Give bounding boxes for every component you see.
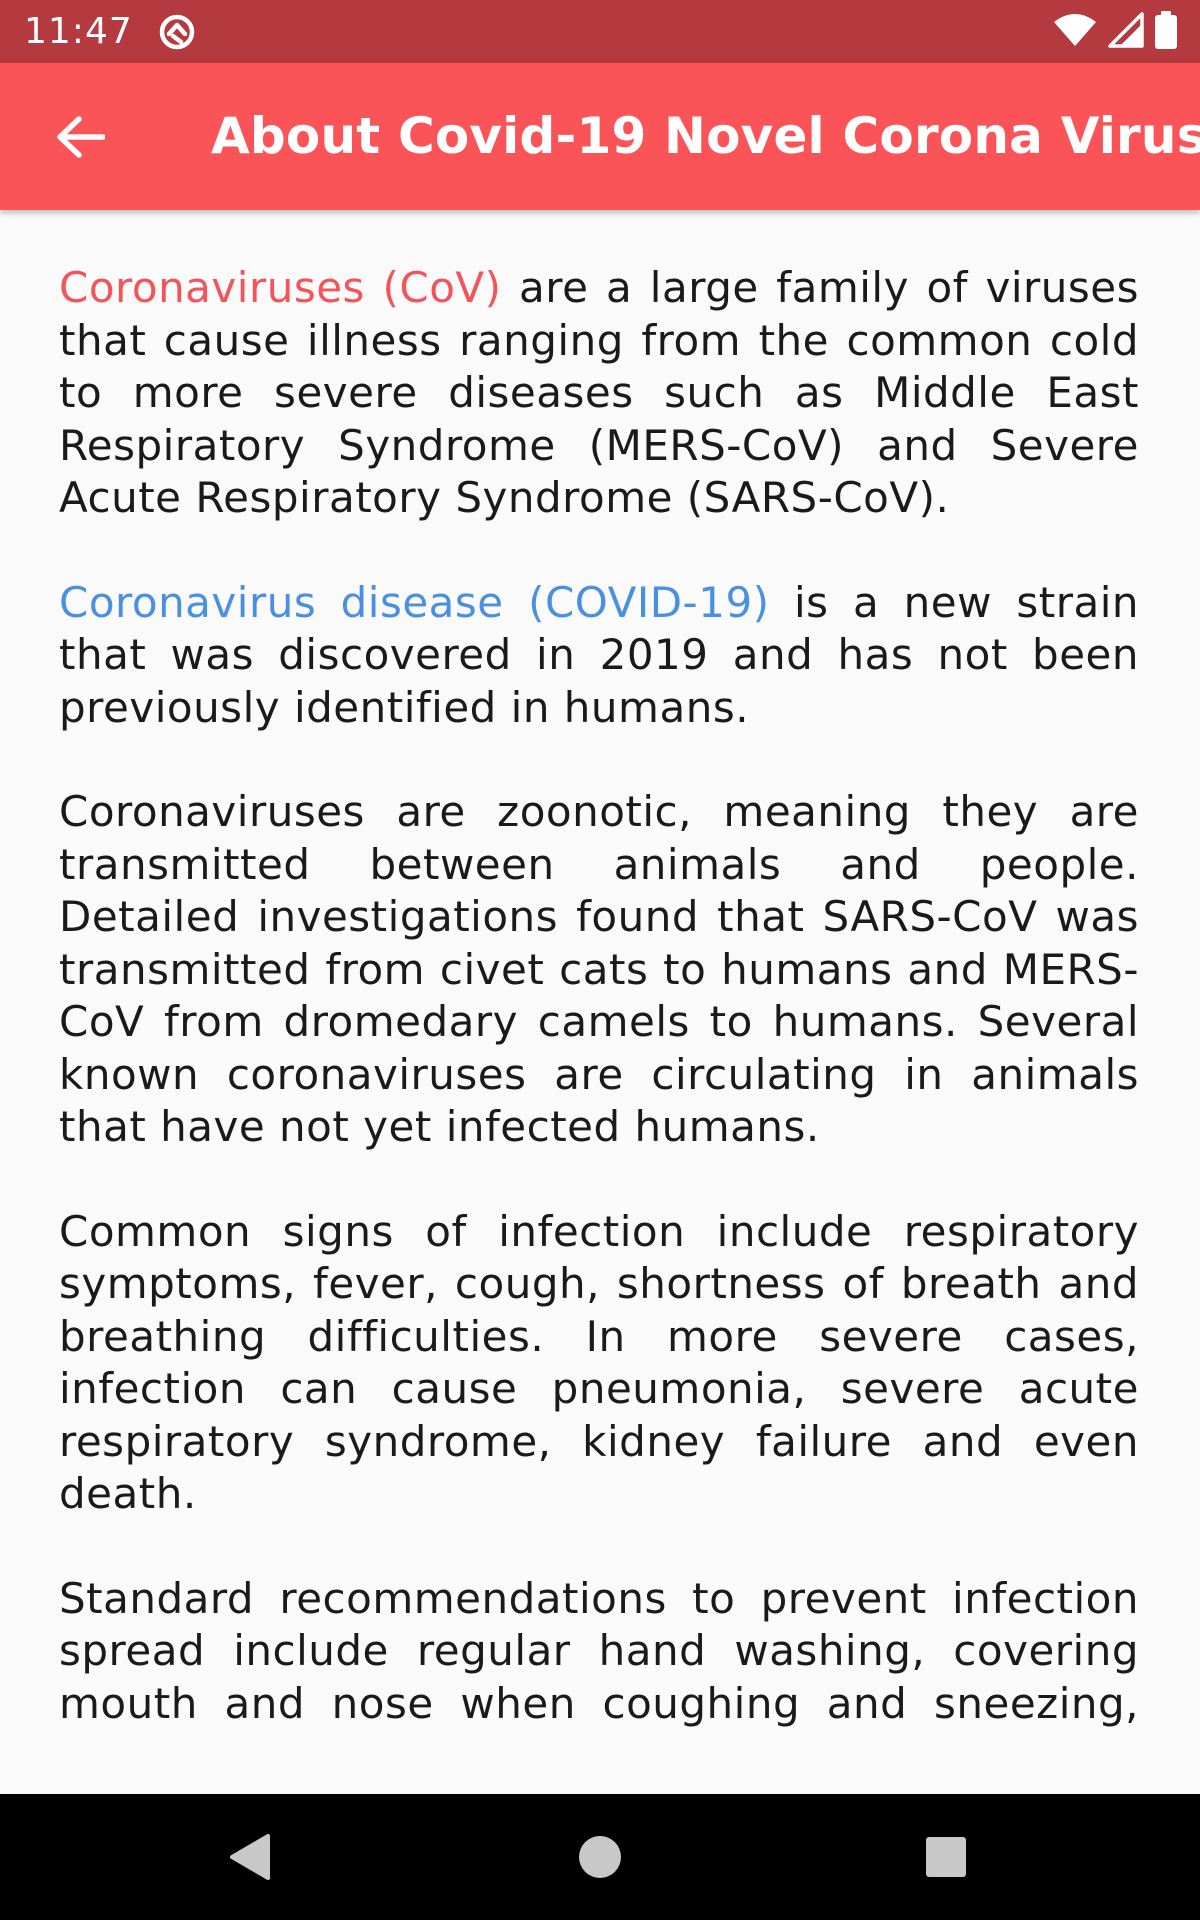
article-content: Coronaviruses (CoV) are a large family o… — [59, 262, 1139, 1727]
paragraph-coronaviruses: Coronaviruses (CoV) are a large family o… — [59, 262, 1139, 525]
wifi-icon — [1052, 12, 1098, 52]
status-bar: 11:47 — [0, 0, 1200, 63]
nav-recents-icon — [926, 1837, 966, 1877]
battery-icon — [1154, 11, 1178, 53]
back-button[interactable] — [44, 106, 116, 168]
status-time: 11:47 — [24, 11, 133, 52]
paragraph-symptoms: Common signs of infection include respir… — [59, 1206, 1139, 1519]
paragraph-covid19: Coronavirus disease (COVID-19) is a new … — [59, 577, 1139, 735]
paragraph-prevention: Standard recommendations to prevent infe… — [59, 1573, 1139, 1728]
nav-back-icon — [230, 1834, 270, 1880]
arrow-back-icon — [57, 116, 105, 158]
highlight-covid19: Coronavirus disease (COVID-19) — [59, 577, 770, 627]
navigation-bar — [0, 1794, 1200, 1920]
nav-recents-button[interactable] — [916, 1827, 976, 1887]
paragraph-zoonotic: Coronaviruses are zoonotic, meaning they… — [59, 787, 1139, 1151]
nav-home-icon — [579, 1836, 621, 1878]
app-bar: About Covid-19 Novel Corona Virus — [0, 63, 1200, 210]
status-indicators — [1052, 11, 1178, 53]
signal-icon — [1108, 12, 1144, 52]
highlight-coronaviruses: Coronaviruses (CoV) — [59, 263, 502, 312]
page-title: About Covid-19 Novel Corona Virus — [211, 107, 1200, 165]
app-notification-icon — [155, 12, 199, 52]
nav-home-button[interactable] — [570, 1827, 630, 1887]
nav-back-button[interactable] — [220, 1827, 280, 1887]
